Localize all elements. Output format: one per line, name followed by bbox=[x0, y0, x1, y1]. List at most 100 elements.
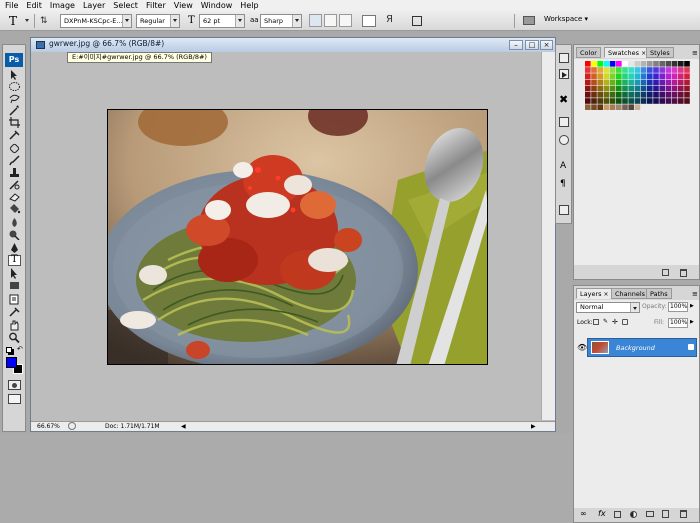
magic-wand-tool-icon[interactable] bbox=[8, 105, 21, 116]
scroll-left-arrow-icon[interactable]: ◀ bbox=[181, 422, 186, 431]
tab-swatches[interactable]: Swatches × bbox=[604, 47, 651, 58]
menu-image[interactable]: Image bbox=[50, 1, 75, 10]
opacity-arrow-icon[interactable]: ▶ bbox=[690, 303, 694, 309]
adjustment-layer-icon[interactable] bbox=[630, 511, 637, 518]
bridge-icon[interactable] bbox=[523, 16, 535, 25]
hand-tool-icon[interactable] bbox=[8, 320, 21, 331]
panel-menu-icon[interactable]: ≡ bbox=[692, 290, 698, 298]
lock-all-icon[interactable] bbox=[622, 319, 628, 325]
tab-color[interactable]: Color bbox=[576, 47, 601, 58]
font-family-dropdown[interactable]: DXPnM-KSCpc-E... bbox=[60, 14, 132, 28]
crop-tool-icon[interactable] bbox=[8, 117, 21, 128]
layer-row-background[interactable]: Background bbox=[587, 338, 697, 357]
navigator-icon[interactable] bbox=[559, 205, 569, 215]
default-colors-icon[interactable] bbox=[6, 347, 12, 353]
quick-mask-icon[interactable] bbox=[8, 380, 21, 390]
zoom-level-field[interactable]: 66.67% bbox=[37, 422, 60, 431]
character-panel-icon[interactable] bbox=[412, 16, 422, 26]
type-tool-icon[interactable]: T bbox=[9, 14, 23, 28]
healing-brush-tool-icon[interactable] bbox=[8, 143, 21, 154]
workspace-button[interactable]: Workspace ▾ bbox=[544, 15, 588, 23]
menu-edit[interactable]: Edit bbox=[26, 1, 42, 10]
menu-file[interactable]: File bbox=[5, 1, 18, 10]
new-swatch-icon[interactable] bbox=[662, 269, 669, 276]
fill-arrow-icon[interactable]: ▶ bbox=[690, 319, 694, 325]
blur-tool-icon[interactable] bbox=[8, 217, 21, 228]
swap-colors-icon[interactable]: ↶ bbox=[17, 345, 23, 353]
scroll-right-arrow-icon[interactable]: ▶ bbox=[531, 422, 536, 431]
status-menu-icon[interactable] bbox=[68, 422, 76, 430]
dodge-tool-icon[interactable] bbox=[8, 229, 21, 241]
maximize-button[interactable]: □ bbox=[525, 40, 539, 50]
align-left-button[interactable] bbox=[309, 14, 322, 27]
marquee-tool-icon[interactable] bbox=[8, 81, 21, 92]
visibility-eye-icon[interactable]: 👁 bbox=[577, 343, 587, 352]
eyedropper-tool-icon[interactable] bbox=[8, 129, 21, 140]
type-tool-icon[interactable]: T bbox=[8, 254, 21, 266]
opacity-field[interactable]: 100% bbox=[668, 302, 688, 312]
close-button[interactable]: × bbox=[540, 40, 553, 50]
lock-move-icon[interactable]: ✛ bbox=[612, 318, 618, 326]
menu-help[interactable]: Help bbox=[240, 1, 258, 10]
foreground-color-swatch[interactable] bbox=[6, 357, 17, 368]
image-canvas[interactable] bbox=[107, 109, 488, 365]
font-style-dropdown[interactable]: Regular bbox=[136, 14, 180, 28]
align-center-button[interactable] bbox=[324, 14, 337, 27]
text-color-swatch[interactable] bbox=[362, 15, 376, 27]
menu-layer[interactable]: Layer bbox=[83, 1, 105, 10]
blend-mode-dropdown[interactable]: Normal bbox=[576, 302, 640, 313]
history-brush-tool-icon[interactable] bbox=[8, 179, 21, 190]
tool-presets-icon[interactable]: ✖ bbox=[559, 93, 568, 106]
tab-layers[interactable]: Layers × bbox=[576, 288, 613, 299]
menu-filter[interactable]: Filter bbox=[146, 1, 166, 10]
swatch-grid[interactable] bbox=[585, 61, 700, 123]
brushes-icon[interactable] bbox=[559, 117, 569, 127]
screen-mode-icon[interactable] bbox=[8, 394, 21, 404]
lock-brush-icon[interactable]: ✎ bbox=[603, 318, 608, 325]
notes-tool-icon[interactable] bbox=[8, 294, 21, 305]
text-orientation-icon[interactable]: ⇅ bbox=[40, 15, 52, 27]
minimize-button[interactable]: – bbox=[509, 40, 523, 50]
layer-style-icon[interactable]: fx bbox=[598, 509, 606, 518]
new-group-icon[interactable] bbox=[646, 511, 654, 517]
brush-tool-icon[interactable] bbox=[8, 155, 21, 166]
menu-select[interactable]: Select bbox=[113, 1, 138, 10]
character-icon[interactable]: A bbox=[560, 161, 566, 171]
actions-icon[interactable] bbox=[559, 69, 569, 79]
lasso-tool-icon[interactable] bbox=[8, 93, 21, 104]
lock-transparent-icon[interactable] bbox=[593, 319, 599, 325]
delete-swatch-icon[interactable] bbox=[680, 269, 687, 277]
tab-styles[interactable]: Styles bbox=[646, 47, 674, 58]
clone-source-icon[interactable] bbox=[559, 135, 569, 145]
menu-view[interactable]: View bbox=[174, 1, 193, 10]
antialias-dropdown[interactable]: Sharp bbox=[260, 14, 302, 28]
paragraph-icon[interactable]: ¶ bbox=[560, 179, 566, 189]
path-selection-tool-icon[interactable] bbox=[8, 268, 21, 279]
tool-preset-arrow-icon[interactable] bbox=[25, 19, 29, 22]
swatch bbox=[659, 61, 665, 67]
zoom-tool-icon[interactable] bbox=[8, 332, 21, 344]
warp-text-icon[interactable]: Я bbox=[386, 14, 393, 25]
history-icon[interactable] bbox=[559, 53, 569, 63]
font-size-dropdown[interactable]: 62 pt bbox=[199, 14, 245, 28]
delete-layer-icon[interactable] bbox=[680, 510, 687, 518]
document-title-bar[interactable]: gwrwer.jpg @ 66.7% (RGB/8#) – □ × bbox=[31, 38, 555, 52]
new-layer-icon[interactable] bbox=[662, 510, 669, 518]
rectangle-tool-icon[interactable] bbox=[8, 280, 21, 291]
tab-paths[interactable]: Paths bbox=[646, 288, 672, 299]
fill-field[interactable]: 100% bbox=[668, 318, 688, 328]
vertical-scrollbar[interactable] bbox=[541, 52, 555, 420]
menu-window[interactable]: Window bbox=[201, 1, 233, 10]
link-layers-icon[interactable]: ∞ bbox=[580, 509, 587, 518]
eraser-tool-icon[interactable] bbox=[8, 191, 21, 202]
pen-tool-icon[interactable] bbox=[8, 243, 21, 254]
layer-mask-icon[interactable] bbox=[614, 511, 621, 518]
tab-channels[interactable]: Channels bbox=[611, 288, 650, 299]
move-tool-icon[interactable] bbox=[8, 69, 21, 80]
paint-bucket-tool-icon[interactable] bbox=[8, 203, 21, 214]
eyedropper-sample-tool-icon[interactable] bbox=[8, 306, 21, 317]
clone-stamp-tool-icon[interactable] bbox=[8, 167, 21, 178]
align-right-button[interactable] bbox=[339, 14, 352, 27]
panel-menu-icon[interactable]: ≡ bbox=[692, 49, 698, 57]
options-bar: T ⇅ DXPnM-KSCpc-E... Regular T 62 pt aa … bbox=[0, 11, 700, 31]
